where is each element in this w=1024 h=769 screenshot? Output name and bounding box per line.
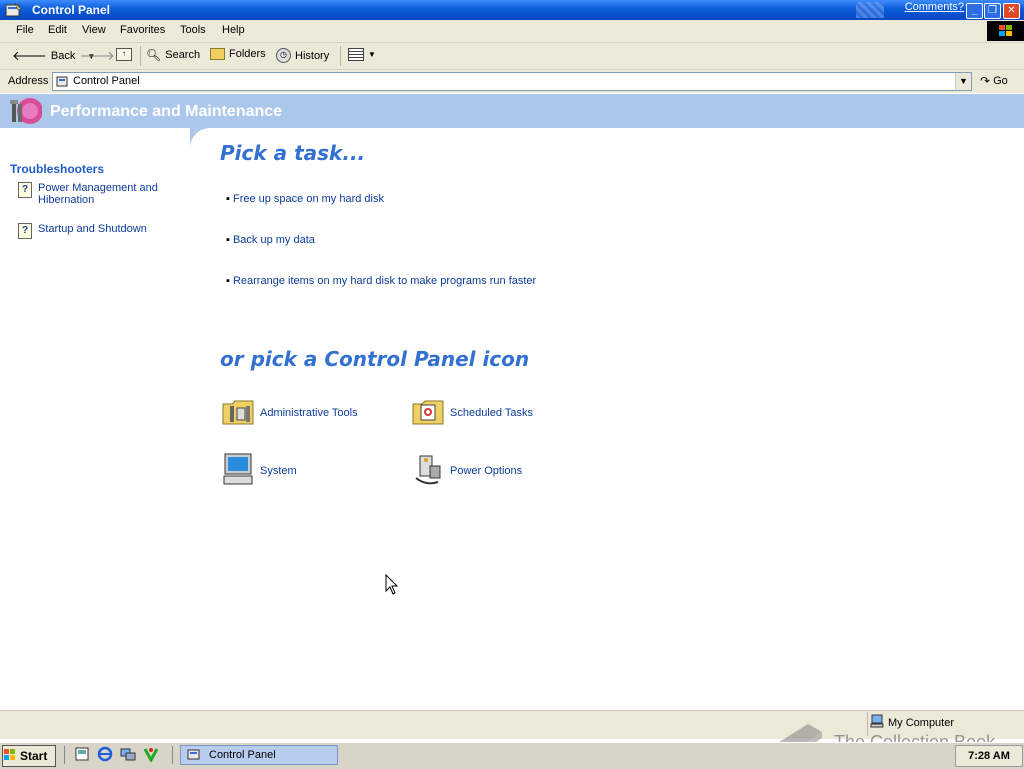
folders-button[interactable]: Folders <box>210 48 266 60</box>
views-button[interactable]: ▼ <box>348 48 376 61</box>
category-header: Performance and Maintenance <box>0 94 1024 128</box>
power-options-label: Power Options <box>450 464 523 477</box>
search-button[interactable]: 🔍︎ Search <box>146 48 200 62</box>
menu-view[interactable]: View <box>82 24 106 36</box>
task-label: Back up my data <box>232 234 315 246</box>
menu-bar: File Edit View Favorites Tools Help <box>0 20 1024 43</box>
admin-tools-icon <box>222 396 254 429</box>
troubleshooter-power-management[interactable]: ? Power Management and Hibernation <box>18 182 168 206</box>
performance-maintenance-icon <box>8 96 43 129</box>
taskbar-window-label: Control Panel <box>209 749 276 761</box>
troubleshooter-label: Power Management and Hibernation <box>38 182 158 206</box>
bullet: ▪ <box>226 193 233 205</box>
views-icon <box>348 48 364 61</box>
power-options-item[interactable]: Power Options <box>412 452 522 489</box>
search-icon: 🔍︎ <box>146 48 162 62</box>
left-pane <box>0 128 190 708</box>
go-label: Go <box>993 75 1008 87</box>
window-title: Control Panel <box>32 3 111 17</box>
chevron-down-icon[interactable]: ▼ <box>955 73 971 90</box>
address-bar: Address Control Panel ▼ ↷ Go <box>0 70 1024 93</box>
comments-link[interactable]: Comments? <box>905 1 964 13</box>
quicklaunch-ie-icon[interactable] <box>97 746 113 765</box>
go-button[interactable]: ↷ Go <box>980 74 1008 88</box>
windows-logo-icon <box>987 21 1024 41</box>
minimize-button[interactable]: _ <box>966 3 983 19</box>
pick-icon-title: or pick a Control Panel icon <box>220 347 530 371</box>
search-label: Search <box>165 49 201 61</box>
page-title: Performance and Maintenance <box>50 103 283 120</box>
restore-button[interactable]: ❐ <box>984 3 1001 19</box>
admin-tools-item[interactable]: Administrative Tools <box>222 396 358 429</box>
taskbar-window-control-panel[interactable]: Control Panel <box>180 745 338 765</box>
address-label: Address <box>8 75 49 87</box>
scheduled-tasks-icon <box>412 396 444 429</box>
control-panel-icon <box>187 747 203 764</box>
task-free-up-space[interactable]: ▪ Free up space on my hard disk <box>226 193 384 205</box>
windows-logo-icon <box>3 748 17 765</box>
pick-task-title: Pick a task... <box>220 141 366 165</box>
decor-pattern <box>856 2 884 18</box>
admin-tools-label: Administrative Tools <box>260 406 358 419</box>
up-folder-button[interactable]: ↑ <box>116 48 132 61</box>
start-button[interactable]: Start <box>2 745 56 767</box>
taskbar-separator <box>172 746 173 764</box>
mouse-cursor-icon <box>385 573 399 599</box>
quicklaunch-messenger-icon[interactable] <box>143 746 159 765</box>
menu-edit[interactable]: Edit <box>48 24 67 36</box>
history-button[interactable]: ◷ History <box>276 48 329 63</box>
system-label: System <box>260 464 297 477</box>
title-bar[interactable]: Control Panel Comments? _ ❐ ✕ <box>0 0 1024 20</box>
menu-tools[interactable]: Tools <box>180 24 206 36</box>
toolbar-separator <box>340 46 341 66</box>
scheduled-tasks-label: Scheduled Tasks <box>450 406 533 419</box>
menu-file[interactable]: File <box>16 24 34 36</box>
folders-label: Folders <box>229 48 266 60</box>
task-label: Free up space on my hard disk <box>232 193 384 205</box>
forward-arrow-icon: 🡒 <box>80 48 115 63</box>
system-clock[interactable]: 7:28 AM <box>955 745 1023 767</box>
task-defragment[interactable]: ▪ Rearrange items on my hard disk to mak… <box>226 275 536 287</box>
help-icon: ? <box>18 223 32 239</box>
toolbar-separator <box>140 46 141 66</box>
troubleshooter-startup-shutdown[interactable]: ? Startup and Shutdown <box>18 223 147 239</box>
chevron-down-icon[interactable]: ▼ <box>368 50 376 59</box>
address-value: Control Panel <box>73 75 140 87</box>
close-button[interactable]: ✕ <box>1003 3 1020 19</box>
go-arrow-icon: ↷ <box>980 74 991 88</box>
scheduled-tasks-item[interactable]: Scheduled Tasks <box>412 396 533 429</box>
back-label: Back <box>50 50 76 62</box>
taskbar-separator <box>64 746 65 764</box>
bullet: ▪ <box>226 275 233 287</box>
control-panel-icon <box>56 74 70 91</box>
menu-favorites[interactable]: Favorites <box>120 24 165 36</box>
help-icon: ? <box>18 182 32 198</box>
history-label: History <box>295 49 330 62</box>
history-icon: ◷ <box>276 48 291 63</box>
control-panel-icon <box>4 2 24 18</box>
bullet: ▪ <box>226 234 233 246</box>
start-label: Start <box>20 749 48 763</box>
quicklaunch-network-icon[interactable] <box>120 746 136 765</box>
troubleshooter-label: Startup and Shutdown <box>38 223 147 235</box>
power-options-icon <box>412 452 444 489</box>
quicklaunch-desktop-icon[interactable] <box>74 746 90 765</box>
folders-icon <box>210 48 225 60</box>
toolbar: 🡐 Back ▼ 🡒 ▼ ↑ 🔍︎ Search Folders ◷ Histo… <box>0 43 1024 70</box>
up-folder-icon: ↑ <box>116 48 132 61</box>
back-arrow-icon: 🡐 <box>12 48 47 63</box>
address-input[interactable]: Control Panel ▼ <box>52 72 972 91</box>
task-label: Rearrange items on my hard disk to make … <box>232 275 537 287</box>
task-back-up-data[interactable]: ▪ Back up my data <box>226 234 315 246</box>
troubleshooters-title: Troubleshooters <box>10 162 105 176</box>
system-icon <box>222 452 254 489</box>
system-item[interactable]: System <box>222 452 297 489</box>
menu-help[interactable]: Help <box>222 24 245 36</box>
